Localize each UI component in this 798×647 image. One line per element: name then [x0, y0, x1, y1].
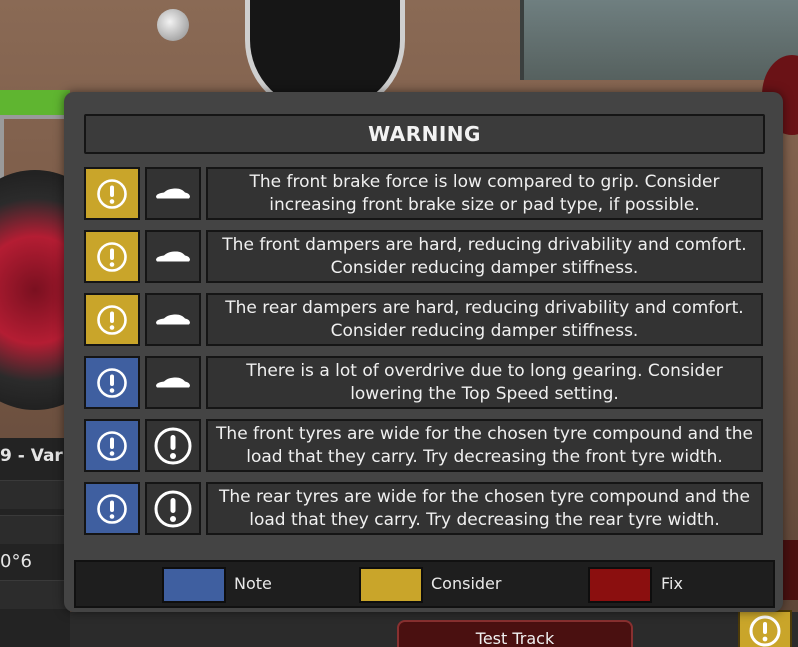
car-body-green	[0, 90, 70, 115]
exclamation-circle-icon	[749, 615, 781, 646]
warning-message-line: load that they carry. Try decreasing the…	[246, 446, 723, 467]
left-panel-row[interactable]	[0, 480, 70, 509]
dialog-title: WARNING	[84, 114, 765, 154]
warning-message: The front tyres are wide for the chosen …	[206, 419, 763, 472]
car-silhouette-icon	[154, 313, 192, 327]
severity-note-badge	[84, 356, 140, 409]
legend-label-fix: Fix	[661, 574, 683, 593]
warning-message: The rear dampers are hard, reducing driv…	[206, 293, 763, 346]
warning-message-line: Consider reducing damper stiffness.	[330, 320, 639, 341]
chrome-knob	[157, 9, 189, 41]
warning-message-line: The rear dampers are hard, reducing driv…	[225, 297, 744, 318]
severity-consider-badge	[84, 230, 140, 283]
category-badge	[145, 167, 201, 220]
exclamation-circle-icon	[95, 366, 129, 400]
warning-message-line: There is a lot of overdrive due to long …	[246, 360, 723, 381]
left-panel-row[interactable]	[0, 580, 70, 609]
warning-row: The rear dampers are hard, reducing driv…	[84, 293, 763, 346]
exclamation-circle-icon	[153, 489, 193, 529]
legend-swatch-fix	[588, 567, 652, 603]
exclamation-circle-icon	[95, 429, 129, 463]
warning-row: There is a lot of overdrive due to long …	[84, 356, 763, 409]
car-silhouette-icon	[154, 250, 192, 264]
warning-message: The front brake force is low compared to…	[206, 167, 763, 220]
warning-message-line: The front tyres are wide for the chosen …	[216, 423, 753, 444]
severity-legend: Note Consider Fix	[74, 560, 775, 608]
warning-row: The front brake force is low compared to…	[84, 167, 763, 220]
warning-row: The rear tyres are wide for the chosen t…	[84, 482, 763, 535]
car-silhouette-icon	[154, 376, 192, 390]
trim-name-label: 9 - Vari	[0, 446, 69, 466]
legend-label-consider: Consider	[431, 574, 502, 593]
garage-window	[520, 0, 798, 80]
warning-message: There is a lot of overdrive due to long …	[206, 356, 763, 409]
warning-message: The rear tyres are wide for the chosen t…	[206, 482, 763, 535]
legend-swatch-consider	[359, 567, 423, 603]
severity-note-badge	[84, 419, 140, 472]
warning-message-line: The rear tyres are wide for the chosen t…	[219, 486, 750, 507]
left-panel-value: 0°6	[0, 551, 32, 572]
category-badge	[145, 293, 201, 346]
warning-message-line: Consider reducing damper stiffness.	[330, 257, 639, 278]
test-track-button[interactable]: Test Track	[397, 620, 633, 647]
warning-dialog: WARNING The front brake force is low com…	[64, 92, 783, 612]
exclamation-circle-icon	[95, 240, 129, 274]
exclamation-circle-icon	[95, 177, 129, 211]
category-badge	[145, 419, 201, 472]
exclamation-circle-icon	[95, 492, 129, 526]
warning-message-line: The front dampers are hard, reducing dri…	[222, 234, 747, 255]
severity-consider-badge	[84, 293, 140, 346]
exclamation-circle-icon	[153, 426, 193, 466]
warning-row: The front dampers are hard, reducing dri…	[84, 230, 763, 283]
warning-row: The front tyres are wide for the chosen …	[84, 419, 763, 472]
exclamation-circle-icon	[95, 303, 129, 337]
legend-label-note: Note	[234, 574, 272, 593]
warning-message: The front dampers are hard, reducing dri…	[206, 230, 763, 283]
category-badge	[145, 482, 201, 535]
warning-message-line: load that they carry. Try decreasing the…	[249, 509, 720, 530]
warning-message-line: The front brake force is low compared to…	[249, 171, 720, 192]
severity-note-badge	[84, 482, 140, 535]
legend-swatch-note	[162, 567, 226, 603]
warning-toggle-button[interactable]	[738, 610, 792, 647]
category-badge	[145, 230, 201, 283]
car-silhouette-icon	[154, 187, 192, 201]
category-badge	[145, 356, 201, 409]
left-panel-row[interactable]	[0, 515, 70, 544]
warning-message-line: lowering the Top Speed setting.	[350, 383, 619, 404]
severity-consider-badge	[84, 167, 140, 220]
warning-message-line: increasing front brake size or pad type,…	[269, 194, 700, 215]
